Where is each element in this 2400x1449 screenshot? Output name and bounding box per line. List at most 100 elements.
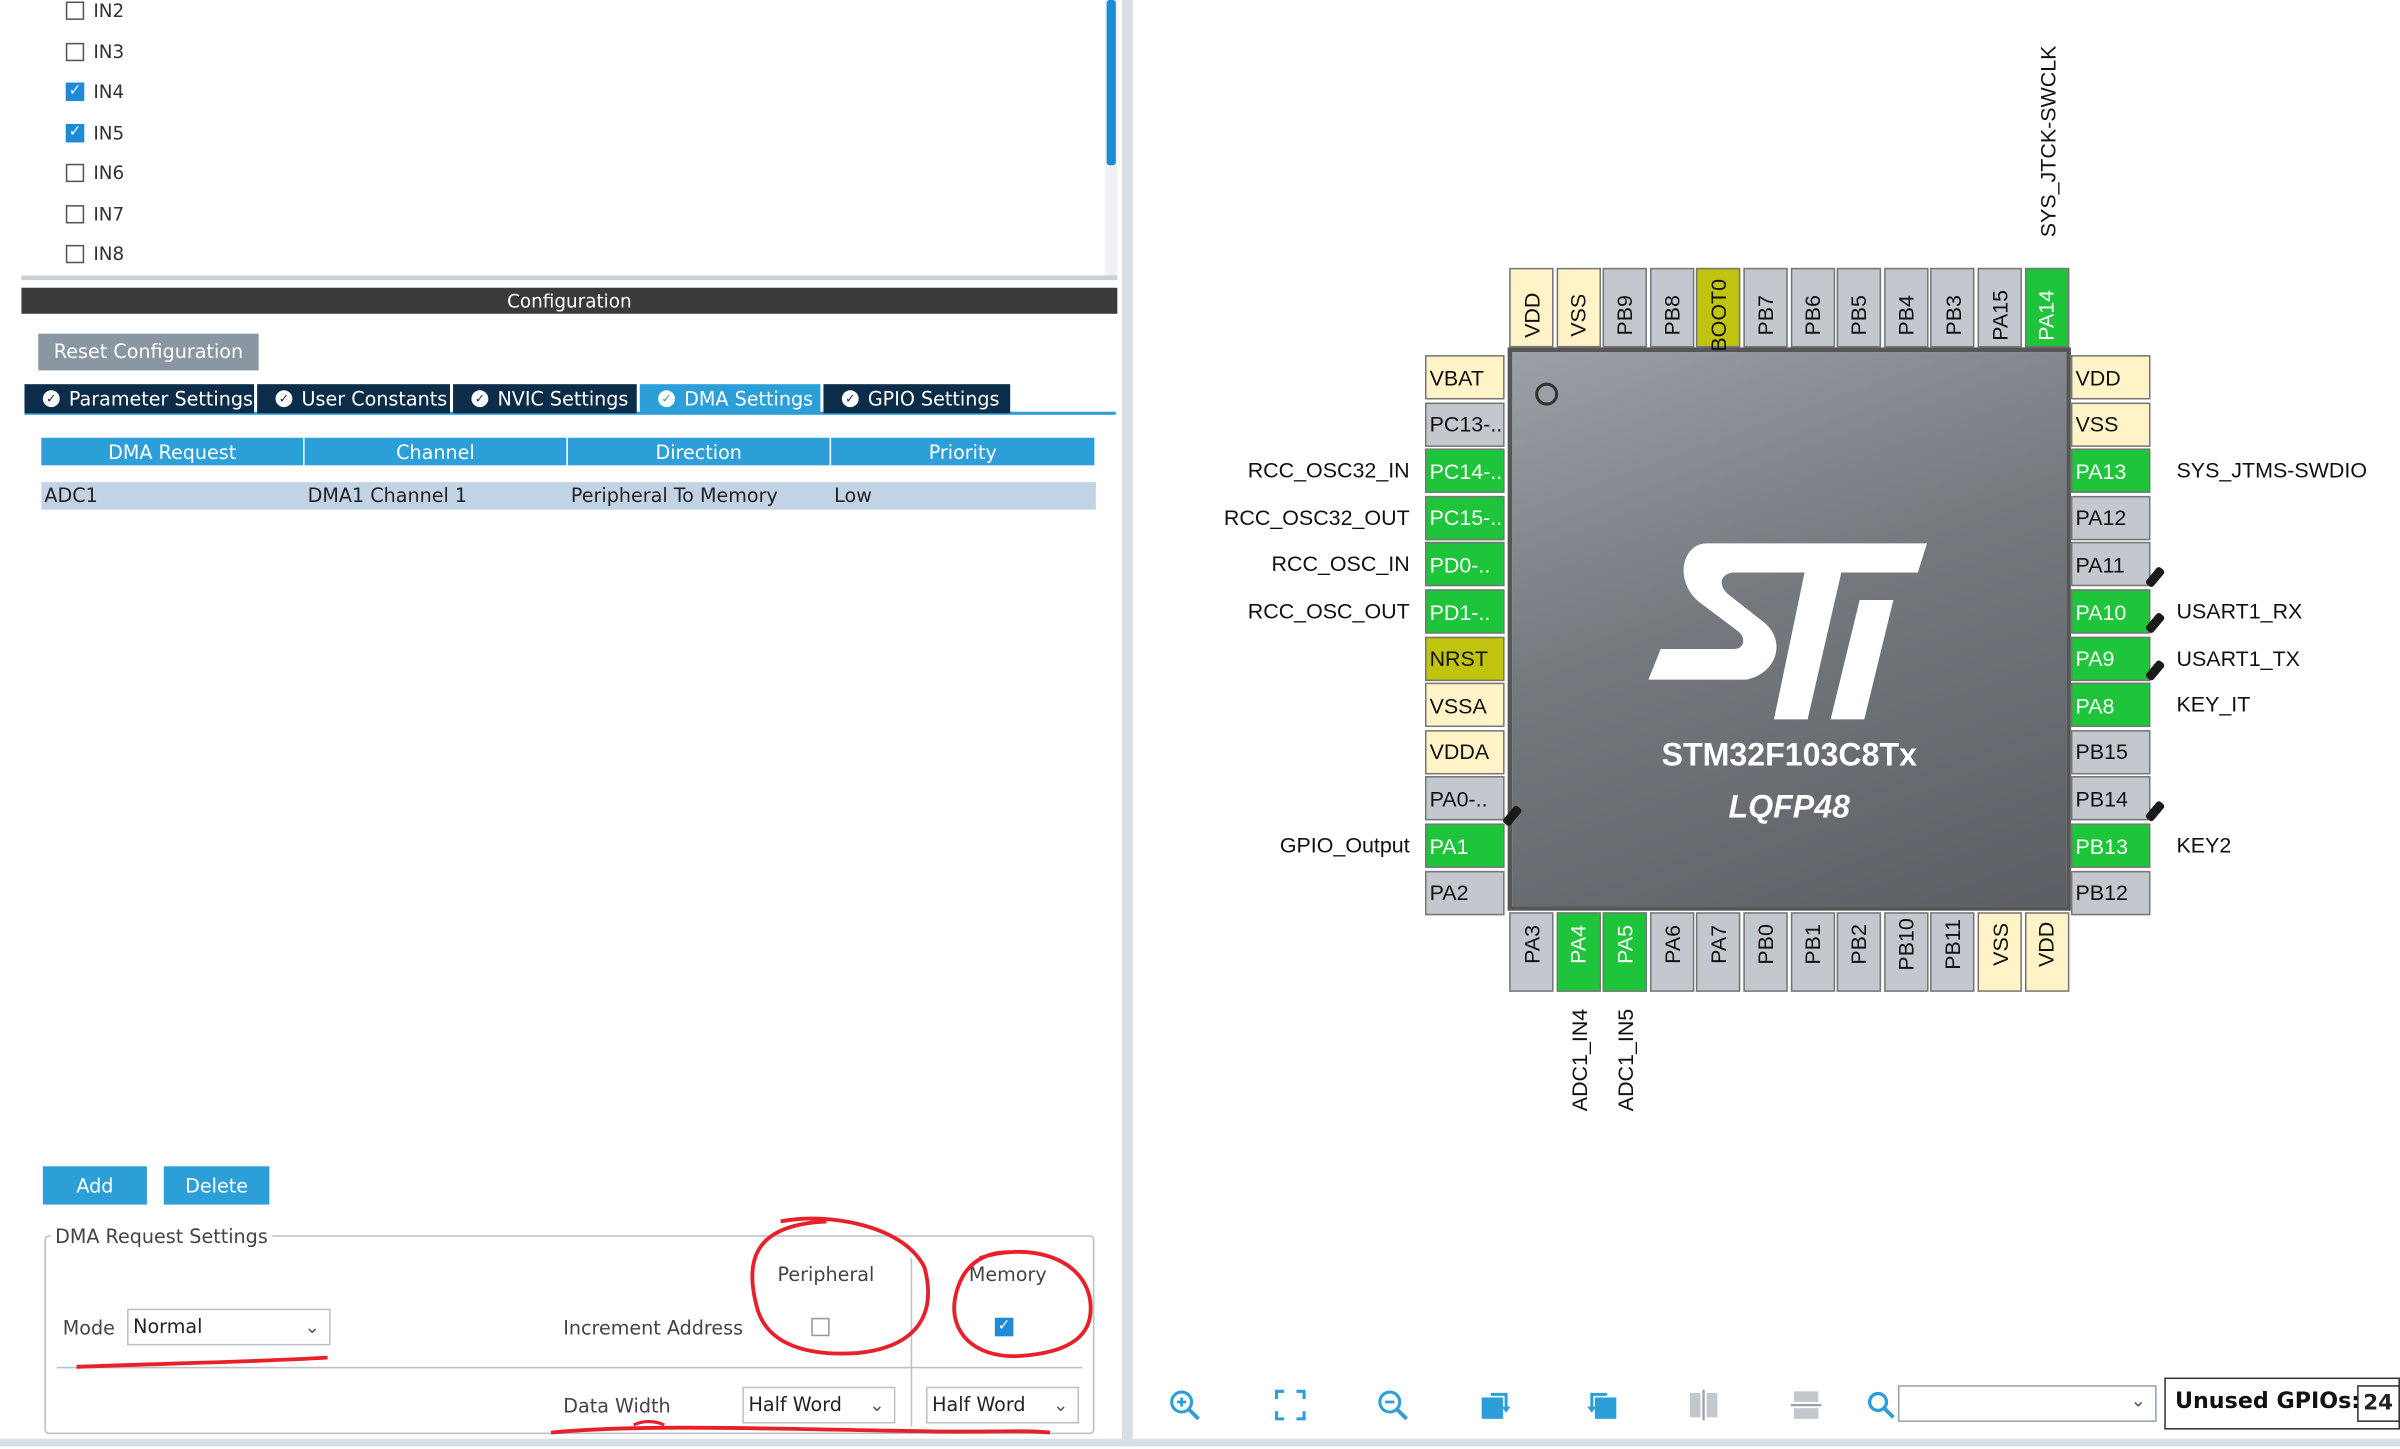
- pin-label: PB0: [1753, 924, 1778, 965]
- list-item[interactable]: ✓ IN5: [65, 120, 124, 144]
- table-header-cell[interactable]: Priority: [831, 437, 1095, 466]
- pin-pa13[interactable]: PA13: [2070, 448, 2151, 494]
- rotate-left-icon[interactable]: [1581, 1385, 1621, 1425]
- pin-label: VDDA: [1429, 739, 1490, 765]
- pin-pa6[interactable]: PA6: [1649, 912, 1695, 992]
- pin-pa4[interactable]: PA4: [1555, 912, 1601, 992]
- checkbox[interactable]: ✓: [65, 123, 85, 142]
- pin-pb11[interactable]: PB11: [1930, 912, 1976, 992]
- pin-pb13[interactable]: PB13: [2070, 823, 2151, 868]
- pin-pa14[interactable]: PA14: [2024, 267, 2069, 348]
- list-item[interactable]: IN7: [65, 201, 124, 225]
- mode-select[interactable]: Normal ⌄: [127, 1308, 331, 1346]
- pin-nrst[interactable]: NRST: [1424, 636, 1505, 681]
- peripheral-increment-checkbox[interactable]: [811, 1317, 830, 1337]
- data-width-label: Data Width: [563, 1394, 671, 1418]
- pin-vss[interactable]: VSS: [1555, 267, 1601, 348]
- fit-screen-icon[interactable]: [1270, 1385, 1310, 1425]
- pin-pb0[interactable]: PB0: [1743, 912, 1788, 992]
- checkbox[interactable]: [65, 1, 85, 20]
- input-list-scroll-thumb[interactable]: [1106, 0, 1116, 166]
- pin-label: PB4: [1893, 295, 1919, 336]
- pin-pb6[interactable]: PB6: [1790, 267, 1835, 348]
- table-header-cell[interactable]: DMA Request: [41, 437, 304, 466]
- checkbox[interactable]: [65, 163, 85, 183]
- list-item[interactable]: ✓ IN4: [65, 80, 124, 104]
- pin-vdd[interactable]: VDD: [1509, 267, 1554, 348]
- pin-vdd[interactable]: VDD: [2070, 355, 2151, 400]
- list-item[interactable]: IN2: [65, 0, 124, 23]
- pin-pa2[interactable]: PA2: [1424, 870, 1505, 915]
- pin-vss[interactable]: VSS: [1977, 912, 2022, 992]
- pin-pa15[interactable]: PA15: [1977, 267, 2022, 348]
- pin-pa3[interactable]: PA3: [1509, 912, 1554, 992]
- checkbox[interactable]: ✓: [65, 82, 85, 102]
- pin-vss[interactable]: VSS: [2070, 401, 2151, 447]
- pin-vbat[interactable]: VBAT: [1424, 355, 1505, 400]
- pin-pb15[interactable]: PB15: [2070, 729, 2151, 775]
- list-item[interactable]: IN3: [65, 39, 124, 63]
- search-icon[interactable]: [1861, 1385, 1901, 1425]
- tab-dma-settings[interactable]: ✓ DMA Settings: [639, 384, 821, 414]
- pin-pa1[interactable]: PA1: [1424, 823, 1505, 868]
- pin-vdda[interactable]: VDDA: [1424, 729, 1505, 775]
- tab-gpio-settings[interactable]: ✓ GPIO Settings: [823, 384, 1011, 414]
- pin-label: PC13-..: [1429, 411, 1503, 437]
- pin-pa0[interactable]: PA0-..: [1424, 776, 1505, 821]
- flip-horizontal-icon[interactable]: [1786, 1385, 1826, 1425]
- rotate-right-icon[interactable]: [1477, 1385, 1517, 1425]
- pin-boot0[interactable]: BOOT0: [1696, 267, 1741, 352]
- tab-parameter-settings[interactable]: ✓ Parameter Settings: [24, 384, 255, 414]
- pin-pa10[interactable]: PA10: [2070, 589, 2151, 634]
- delete-button[interactable]: Delete: [163, 1166, 270, 1205]
- pin-pb2[interactable]: PB2: [1837, 912, 1882, 992]
- pin-pd0[interactable]: PD0-..: [1424, 542, 1505, 587]
- peripheral-data-width-select[interactable]: Half Word ⌄: [742, 1386, 896, 1424]
- signal-label: RCC_OSC_IN: [1271, 551, 1410, 577]
- bottom-border: [0, 1438, 2400, 1447]
- pin-vdd[interactable]: VDD: [2024, 912, 2069, 992]
- pin-pa5[interactable]: PA5: [1602, 912, 1648, 992]
- pin-vssa[interactable]: VSSA: [1424, 682, 1505, 728]
- pin-pb10[interactable]: PB10: [1883, 912, 1929, 992]
- pin-pb14[interactable]: PB14: [2070, 776, 2151, 821]
- pin-pb8[interactable]: PB8: [1649, 267, 1695, 348]
- pin-pa12[interactable]: PA12: [2070, 495, 2151, 540]
- pin-pb3[interactable]: PB3: [1930, 267, 1976, 348]
- pin-pb5[interactable]: PB5: [1837, 267, 1882, 348]
- pin-pb9[interactable]: PB9: [1602, 267, 1648, 348]
- pin-pa11[interactable]: PA11: [2070, 542, 2151, 587]
- pin-pd1[interactable]: PD1-..: [1424, 589, 1505, 634]
- pin-pc13[interactable]: PC13-..: [1424, 401, 1505, 447]
- reset-configuration-button[interactable]: Reset Configuration: [38, 333, 259, 371]
- add-button[interactable]: Add: [42, 1166, 147, 1205]
- pin-search-combo[interactable]: ⌄: [1897, 1385, 2157, 1422]
- pin-pc14[interactable]: PC14-..: [1424, 448, 1505, 494]
- flip-vertical-icon[interactable]: [1684, 1385, 1724, 1425]
- tab-user-constants[interactable]: ✓ User Constants: [257, 384, 450, 414]
- list-item[interactable]: IN8: [65, 242, 124, 266]
- table-header-cell[interactable]: Channel: [304, 437, 567, 466]
- panel-splitter[interactable]: [1121, 0, 1133, 1447]
- tab-label: Parameter Settings: [68, 387, 253, 411]
- pin-label: PA11: [2075, 552, 2125, 577]
- checkbox[interactable]: [65, 244, 85, 264]
- table-row[interactable]: ADC1 DMA1 Channel 1 Peripheral To Memory Lo…: [41, 482, 1096, 510]
- memory-increment-checkbox[interactable]: ✓: [994, 1317, 1014, 1337]
- pin-pc15[interactable]: PC15-..: [1424, 495, 1505, 540]
- memory-data-width-select[interactable]: Half Word ⌄: [926, 1386, 1080, 1424]
- pin-pa9[interactable]: PA9: [2070, 636, 2151, 681]
- table-header-cell[interactable]: Direction: [567, 437, 830, 466]
- checkbox[interactable]: [65, 204, 85, 223]
- pin-pa8[interactable]: PA8: [2070, 682, 2151, 728]
- list-item[interactable]: IN6: [65, 161, 124, 185]
- pin-pb1[interactable]: PB1: [1790, 912, 1835, 992]
- pin-pa7[interactable]: PA7: [1696, 912, 1741, 992]
- zoom-out-icon[interactable]: [1373, 1385, 1413, 1425]
- checkbox[interactable]: [65, 42, 85, 61]
- pin-pb7[interactable]: PB7: [1743, 267, 1788, 348]
- pin-pb12[interactable]: PB12: [2070, 870, 2151, 915]
- zoom-in-icon[interactable]: [1165, 1385, 1205, 1425]
- tab-nvic-settings[interactable]: ✓ NVIC Settings: [453, 384, 637, 414]
- pin-pb4[interactable]: PB4: [1883, 267, 1929, 348]
